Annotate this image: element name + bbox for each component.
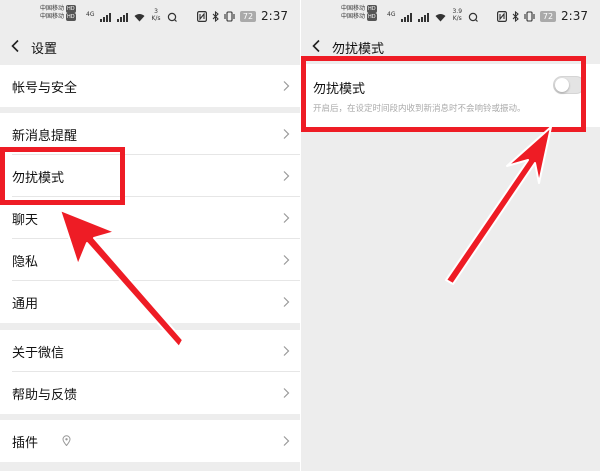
pointer-arrow-icon <box>59 126 552 348</box>
